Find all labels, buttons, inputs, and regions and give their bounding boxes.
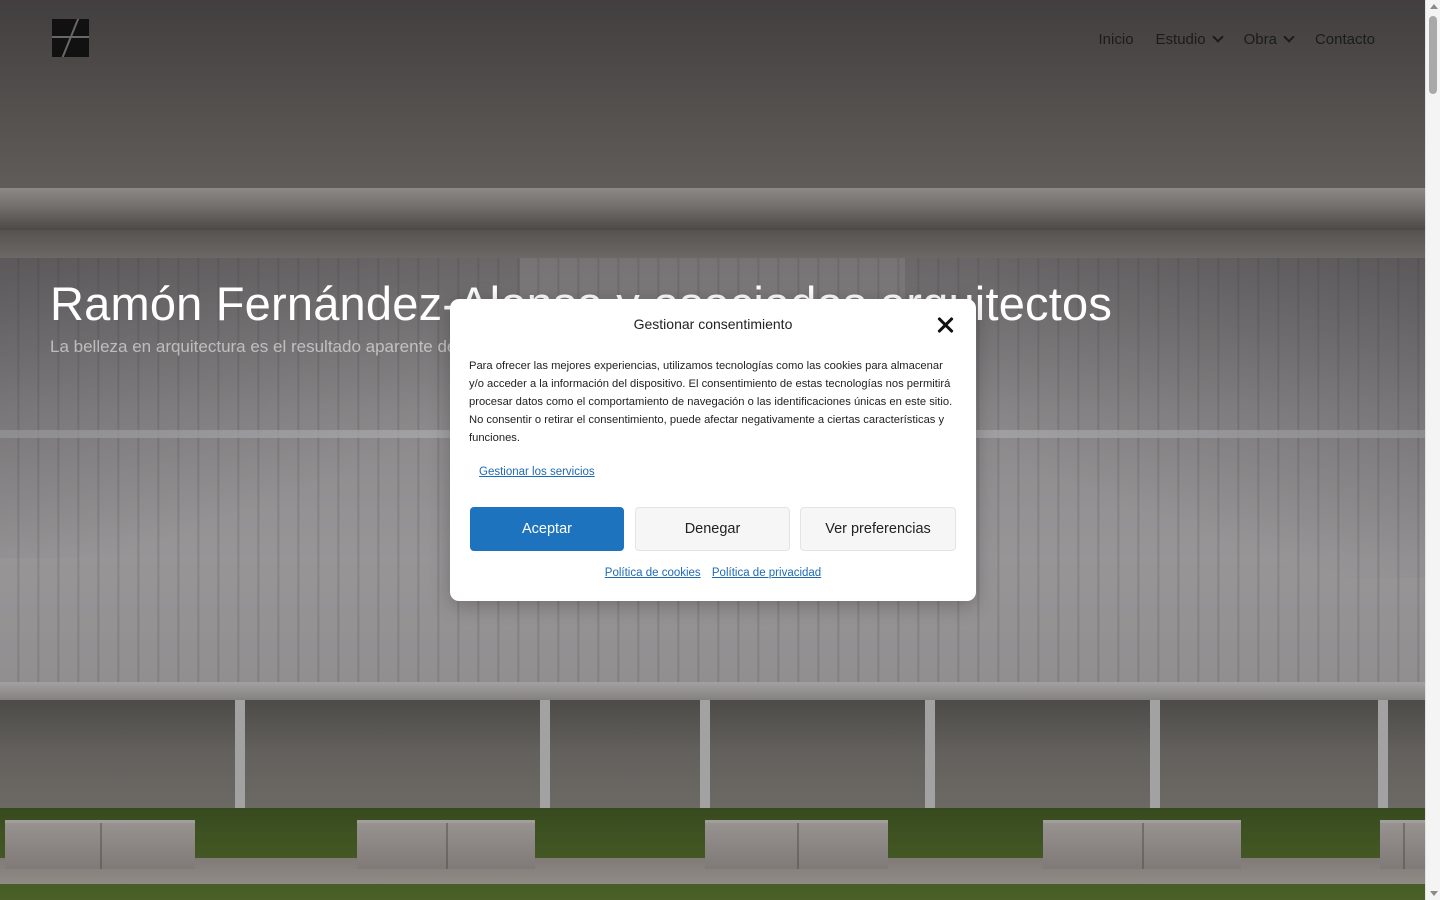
privacy-policy-link[interactable]: Política de privacidad [712, 567, 821, 579]
nav-item-obra[interactable]: Obra [1222, 28, 1295, 50]
nav-item-inicio[interactable]: Inicio [1077, 28, 1134, 50]
nav-item-contacto[interactable]: Contacto [1293, 28, 1375, 50]
view-preferences-button[interactable]: Ver preferencias [800, 507, 956, 551]
consent-description: Para ofrecer las mejores experiencias, u… [469, 360, 953, 444]
nav-item-label: Estudio [1155, 30, 1206, 48]
cookie-consent-dialog: Gestionar consentimiento Para ofrecer la… [450, 299, 976, 601]
deny-button[interactable]: Denegar [635, 507, 790, 551]
page-scrollbar[interactable] [1425, 0, 1440, 900]
hero-subtitle: La belleza en arquitectura es el resulta… [50, 337, 490, 356]
scroll-up-arrow-icon[interactable] [1430, 4, 1438, 9]
dialog-title: Gestionar consentimiento [633, 316, 793, 332]
accept-button[interactable]: Aceptar [470, 507, 624, 551]
close-icon[interactable] [936, 316, 954, 334]
nav-item-label: Contacto [1314, 30, 1375, 48]
scroll-down-arrow-icon[interactable] [1430, 891, 1438, 896]
cookie-policy-link[interactable]: Política de cookies [605, 567, 701, 579]
nav-item-label: Obra [1243, 30, 1277, 48]
policy-links: Política de cookies Política de privacid… [450, 567, 976, 579]
main-nav: Inicio Estudio Obra Contacto [1077, 28, 1375, 50]
site-logo[interactable] [52, 19, 89, 57]
nav-item-estudio[interactable]: Estudio [1134, 28, 1224, 50]
manage-services-link[interactable]: Gestionar los servicios [479, 466, 595, 478]
nav-item-label: Inicio [1098, 30, 1134, 48]
scroll-thumb[interactable] [1429, 16, 1437, 94]
